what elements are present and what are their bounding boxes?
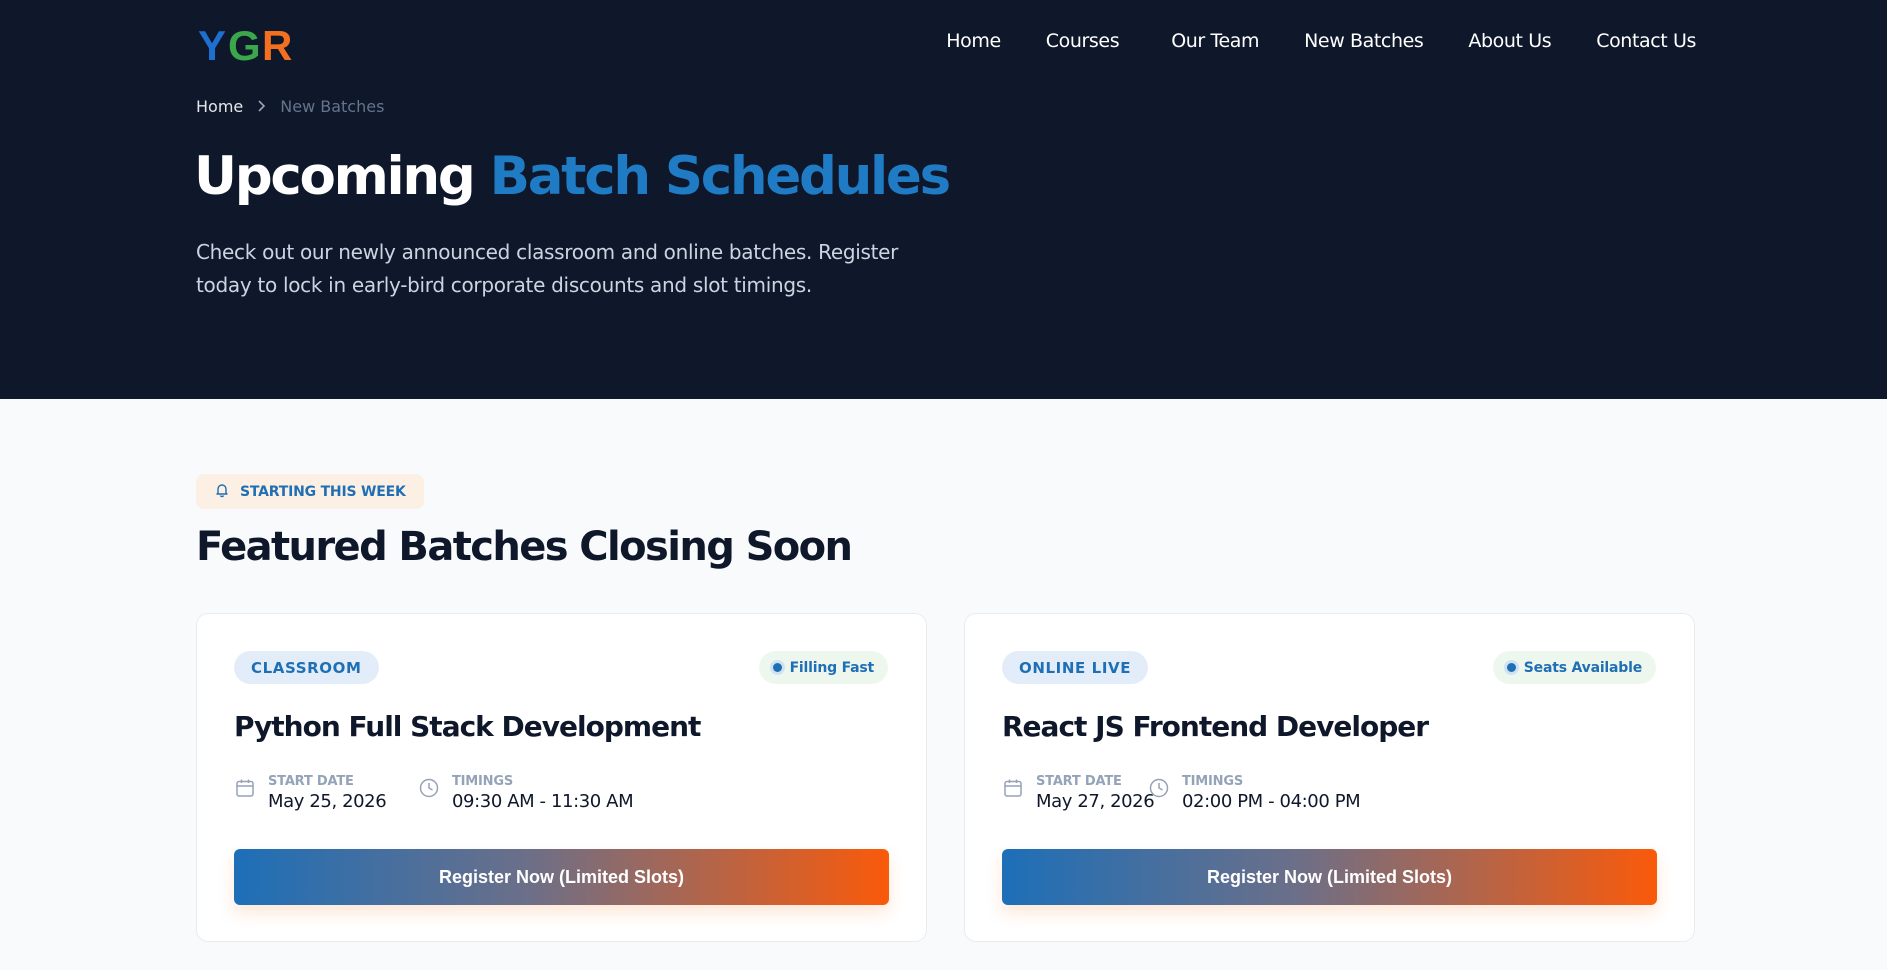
breadcrumb-current: New Batches: [280, 97, 385, 116]
clock-icon: [418, 774, 440, 814]
mode-tag: CLASSROOM: [234, 651, 379, 684]
batch-title: React JS Frontend Developer: [1002, 710, 1429, 743]
timings-block: TIMINGS 02:00 PM - 04:00 PM: [1148, 774, 1361, 814]
logo-letter-r: R: [262, 22, 292, 69]
batch-card: CLASSROOM Filling Fast Python Full Stack…: [196, 613, 927, 942]
start-date-value: May 25, 2026: [268, 791, 387, 812]
logo[interactable]: Y G R: [198, 20, 298, 70]
timings-value: 09:30 AM - 11:30 AM: [452, 791, 634, 812]
timings-label: TIMINGS: [452, 774, 513, 789]
batch-card: ONLINE LIVE Seats Available React JS Fro…: [964, 613, 1695, 942]
batch-title: Python Full Stack Development: [234, 710, 701, 743]
nav-item-about-us[interactable]: About Us: [1468, 30, 1551, 52]
start-date-block: START DATE May 25, 2026: [234, 774, 387, 814]
breadcrumb-home-link[interactable]: Home: [196, 97, 243, 116]
mode-tag: ONLINE LIVE: [1002, 651, 1149, 684]
clock-icon: [1148, 774, 1170, 814]
status-dot: [1506, 663, 1516, 672]
start-date-block: START DATE May 27, 2026: [1002, 774, 1155, 814]
main-nav: Home Courses Our Team New Batches About …: [946, 30, 1696, 52]
status-dot: [772, 663, 782, 672]
status-badge: Seats Available: [1492, 651, 1656, 684]
page-title-plain: Upcoming: [194, 146, 476, 207]
chevron-right-icon: [257, 97, 266, 116]
badge-label: STARTING THIS WEEK: [240, 483, 406, 500]
nav-item-new-batches[interactable]: New Batches: [1304, 30, 1424, 52]
timings-value: 02:00 PM - 04:00 PM: [1182, 791, 1361, 812]
timings-block: TIMINGS 09:30 AM - 11:30 AM: [418, 774, 634, 814]
start-date-label: START DATE: [268, 774, 354, 789]
hero-description: Check out our newly announced classroom …: [196, 240, 899, 297]
timings-label: TIMINGS: [1182, 774, 1243, 789]
breadcrumb: Home New Batches: [196, 97, 384, 116]
nav-item-contact-us[interactable]: Contact Us: [1596, 30, 1696, 52]
page-title: Upcoming Batch Schedules: [194, 146, 952, 207]
section-title: Featured Batches Closing Soon: [196, 524, 853, 570]
bell-icon: [214, 482, 230, 502]
hero-section: Y G R Home Courses Our Team New Batches …: [0, 0, 1887, 399]
calendar-icon: [1002, 774, 1024, 814]
start-date-value: May 27, 2026: [1036, 791, 1155, 812]
starting-this-week-badge: STARTING THIS WEEK: [196, 474, 424, 509]
register-button[interactable]: Register Now (Limited Slots): [234, 849, 889, 905]
page-title-accent: Batch Schedules: [489, 146, 952, 207]
register-button[interactable]: Register Now (Limited Slots): [1002, 849, 1657, 905]
status-badge: Filling Fast: [758, 651, 888, 684]
logo-letter-g: G: [228, 22, 261, 69]
calendar-icon: [234, 774, 256, 814]
status-label: Seats Available: [1523, 659, 1642, 676]
start-date-label: START DATE: [1036, 774, 1122, 789]
nav-item-courses[interactable]: Courses: [1046, 30, 1120, 52]
nav-item-our-team[interactable]: Our Team: [1171, 30, 1259, 52]
nav-item-home[interactable]: Home: [946, 30, 1001, 52]
logo-letter-y: Y: [198, 22, 226, 69]
status-label: Filling Fast: [789, 659, 875, 676]
